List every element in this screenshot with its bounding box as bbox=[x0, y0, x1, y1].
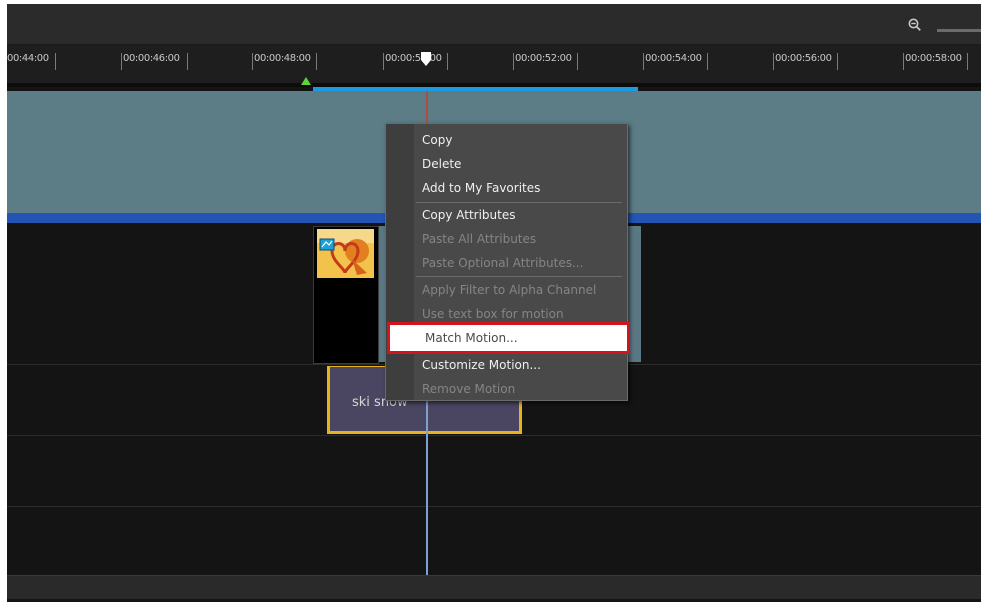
zoom-out-icon[interactable] bbox=[908, 18, 921, 31]
ruler-tick-label: 00:00:56:00 bbox=[775, 53, 832, 64]
ruler-tick-label: 00:00:46:00 bbox=[123, 53, 180, 64]
menu-item-customize-motion[interactable]: Customize Motion... bbox=[422, 358, 541, 372]
menu-separator bbox=[416, 202, 622, 203]
menu-item-delete[interactable]: Delete bbox=[422, 157, 461, 171]
menu-item-match-motion[interactable]: Match Motion... bbox=[387, 322, 630, 354]
timeline-toolbar bbox=[7, 4, 981, 45]
ruler-tick bbox=[252, 53, 253, 70]
in-marker-icon[interactable] bbox=[301, 77, 311, 85]
ruler-tick bbox=[383, 53, 384, 70]
menu-item-apply-filter-alpha[interactable]: Apply Filter to Alpha Channel bbox=[422, 283, 596, 297]
ruler-tick bbox=[837, 53, 838, 70]
ruler-tick-label: 00:00:50:00 bbox=[385, 53, 442, 64]
ruler-tick bbox=[967, 53, 968, 70]
ruler-tick bbox=[187, 53, 188, 70]
ruler-tick-label: 00:00:54:00 bbox=[645, 53, 702, 64]
ruler-tick-label: 00:44:00 bbox=[7, 53, 49, 64]
ruler-tick bbox=[316, 53, 317, 70]
menu-item-paste-all-attributes[interactable]: Paste All Attributes bbox=[422, 232, 536, 246]
clip-thumbnail-icon bbox=[317, 229, 374, 278]
playhead-line-top bbox=[426, 91, 428, 125]
horizontal-scrollbar[interactable] bbox=[7, 575, 981, 599]
menu-item-copy[interactable]: Copy bbox=[422, 133, 452, 147]
menu-item-add-to-favorites[interactable]: Add to My Favorites bbox=[422, 181, 540, 195]
ruler-tick bbox=[447, 53, 448, 70]
time-ruler[interactable]: 00:44:00 00:00:46:00 00:00:48:00 00:00:5… bbox=[7, 45, 981, 83]
image-clip[interactable] bbox=[313, 226, 379, 364]
timeline-track[interactable] bbox=[7, 507, 981, 575]
timeline-window: 00:44:00 00:00:46:00 00:00:48:00 00:00:5… bbox=[7, 4, 981, 602]
ruler-tick-label: 00:00:48:00 bbox=[254, 53, 311, 64]
menu-gutter bbox=[386, 124, 414, 400]
ruler-tick bbox=[707, 53, 708, 70]
ruler-tick bbox=[513, 53, 514, 70]
timeline-track[interactable] bbox=[7, 436, 981, 507]
ruler-tick-label: 00:00:52:00 bbox=[515, 53, 572, 64]
context-menu: Copy Delete Add to My Favorites Copy Att… bbox=[385, 123, 628, 401]
ruler-tick bbox=[55, 53, 56, 70]
menu-item-use-text-box-motion[interactable]: Use text box for motion bbox=[422, 307, 564, 321]
playhead-handle-icon[interactable] bbox=[421, 52, 431, 66]
ruler-tick bbox=[643, 53, 644, 70]
ruler-tick-label: 00:00:58:00 bbox=[905, 53, 962, 64]
ruler-tick bbox=[577, 53, 578, 70]
menu-item-match-motion-label: Match Motion... bbox=[425, 331, 518, 345]
menu-separator bbox=[416, 276, 622, 277]
menu-item-remove-motion[interactable]: Remove Motion bbox=[422, 382, 515, 396]
menu-item-paste-optional-attributes[interactable]: Paste Optional Attributes... bbox=[422, 256, 583, 270]
zoom-slider[interactable] bbox=[937, 29, 981, 32]
ruler-tick bbox=[121, 53, 122, 70]
menu-item-copy-attributes[interactable]: Copy Attributes bbox=[422, 208, 516, 222]
ruler-tick bbox=[773, 53, 774, 70]
ruler-tick bbox=[903, 53, 904, 70]
